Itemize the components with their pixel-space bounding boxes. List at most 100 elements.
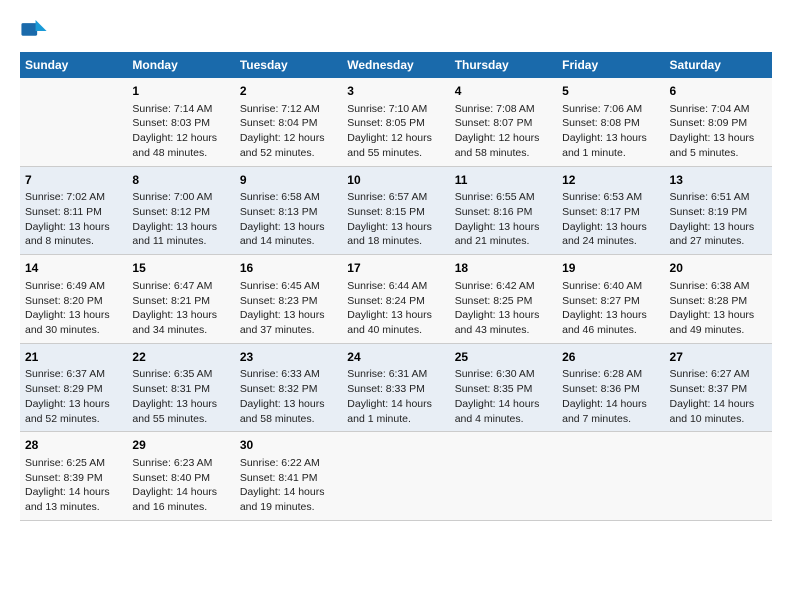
day-info: Sunrise: 6:38 AMSunset: 8:28 PMDaylight:… bbox=[670, 279, 767, 338]
day-number: 28 bbox=[25, 437, 122, 454]
calendar-cell: 15Sunrise: 6:47 AMSunset: 8:21 PMDayligh… bbox=[127, 255, 234, 344]
day-number: 30 bbox=[240, 437, 337, 454]
calendar-cell: 20Sunrise: 6:38 AMSunset: 8:28 PMDayligh… bbox=[665, 255, 772, 344]
day-number: 9 bbox=[240, 172, 337, 189]
calendar-cell: 5 Sunrise: 7:06 AMSunset: 8:08 PMDaylight… bbox=[557, 78, 664, 166]
day-number: 18 bbox=[455, 260, 552, 277]
calendar-week-row: 28 Sunrise: 6:25 AMSunset: 8:39 PMDayligh… bbox=[20, 432, 772, 521]
logo bbox=[20, 20, 52, 42]
calendar-cell: 30 Sunrise: 6:22 AMSunset: 8:41 PMDayligh… bbox=[235, 432, 342, 521]
day-number: 14 bbox=[25, 260, 122, 277]
day-info: Sunrise: 6:49 AMSunset: 8:20 PMDaylight:… bbox=[25, 279, 122, 338]
calendar-cell: 1 Sunrise: 7:14 AMSunset: 8:03 PMDaylight… bbox=[127, 78, 234, 166]
day-info: Sunrise: 6:51 AMSunset: 8:19 PMDaylight:… bbox=[670, 190, 767, 249]
calendar-table: Sunday Monday Tuesday Wednesday Thursday… bbox=[20, 52, 772, 521]
calendar-cell: 24Sunrise: 6:31 AMSunset: 8:33 PMDayligh… bbox=[342, 343, 449, 432]
calendar-cell: 28 Sunrise: 6:25 AMSunset: 8:39 PMDayligh… bbox=[20, 432, 127, 521]
day-info: Sunrise: 7:00 AMSunset: 8:12 PMDaylight:… bbox=[132, 190, 229, 249]
calendar-cell: 11Sunrise: 6:55 AMSunset: 8:16 PMDayligh… bbox=[450, 166, 557, 255]
day-number: 22 bbox=[132, 349, 229, 366]
day-number: 10 bbox=[347, 172, 444, 189]
col-friday: Friday bbox=[557, 52, 664, 78]
day-number: 17 bbox=[347, 260, 444, 277]
calendar-cell bbox=[450, 432, 557, 521]
calendar-cell: 10Sunrise: 6:57 AMSunset: 8:15 PMDayligh… bbox=[342, 166, 449, 255]
calendar-header-row: Sunday Monday Tuesday Wednesday Thursday… bbox=[20, 52, 772, 78]
calendar-week-row: 7Sunrise: 7:02 AMSunset: 8:11 PMDaylight… bbox=[20, 166, 772, 255]
day-number: 2 bbox=[240, 83, 337, 100]
calendar-cell: 17 Sunrise: 6:44 AMSunset: 8:24 PMDayligh… bbox=[342, 255, 449, 344]
day-number: 5 bbox=[562, 83, 659, 100]
day-info: Sunrise: 6:57 AMSunset: 8:15 PMDaylight:… bbox=[347, 190, 444, 249]
day-info: Sunrise: 7:06 AMSunset: 8:08 PMDaylight:… bbox=[562, 102, 659, 161]
col-sunday: Sunday bbox=[20, 52, 127, 78]
day-number: 4 bbox=[455, 83, 552, 100]
day-number: 16 bbox=[240, 260, 337, 277]
day-info: Sunrise: 6:30 AMSunset: 8:35 PMDaylight:… bbox=[455, 367, 552, 426]
logo-icon bbox=[20, 20, 48, 42]
calendar-cell bbox=[557, 432, 664, 521]
col-tuesday: Tuesday bbox=[235, 52, 342, 78]
day-info: Sunrise: 6:35 AMSunset: 8:31 PMDaylight:… bbox=[132, 367, 229, 426]
day-info: Sunrise: 7:02 AMSunset: 8:11 PMDaylight:… bbox=[25, 190, 122, 249]
day-info: Sunrise: 6:44 AMSunset: 8:24 PMDaylight:… bbox=[347, 279, 444, 338]
calendar-week-row: 1 Sunrise: 7:14 AMSunset: 8:03 PMDaylight… bbox=[20, 78, 772, 166]
day-info: Sunrise: 6:53 AMSunset: 8:17 PMDaylight:… bbox=[562, 190, 659, 249]
day-number: 13 bbox=[670, 172, 767, 189]
day-number: 3 bbox=[347, 83, 444, 100]
day-info: Sunrise: 6:31 AMSunset: 8:33 PMDaylight:… bbox=[347, 367, 444, 426]
day-info: Sunrise: 6:25 AMSunset: 8:39 PMDaylight:… bbox=[25, 456, 122, 515]
day-info: Sunrise: 7:04 AMSunset: 8:09 PMDaylight:… bbox=[670, 102, 767, 161]
day-info: Sunrise: 6:28 AMSunset: 8:36 PMDaylight:… bbox=[562, 367, 659, 426]
day-info: Sunrise: 7:10 AMSunset: 8:05 PMDaylight:… bbox=[347, 102, 444, 161]
calendar-cell: 25Sunrise: 6:30 AMSunset: 8:35 PMDayligh… bbox=[450, 343, 557, 432]
day-number: 6 bbox=[670, 83, 767, 100]
day-number: 26 bbox=[562, 349, 659, 366]
day-number: 23 bbox=[240, 349, 337, 366]
day-number: 7 bbox=[25, 172, 122, 189]
col-wednesday: Wednesday bbox=[342, 52, 449, 78]
calendar-cell: 9Sunrise: 6:58 AMSunset: 8:13 PMDaylight… bbox=[235, 166, 342, 255]
calendar-cell: 14 Sunrise: 6:49 AMSunset: 8:20 PMDayligh… bbox=[20, 255, 127, 344]
day-info: Sunrise: 7:08 AMSunset: 8:07 PMDaylight:… bbox=[455, 102, 552, 161]
day-info: Sunrise: 6:27 AMSunset: 8:37 PMDaylight:… bbox=[670, 367, 767, 426]
calendar-cell: 8Sunrise: 7:00 AMSunset: 8:12 PMDaylight… bbox=[127, 166, 234, 255]
calendar-cell bbox=[342, 432, 449, 521]
day-info: Sunrise: 6:40 AMSunset: 8:27 PMDaylight:… bbox=[562, 279, 659, 338]
calendar-cell: 3 Sunrise: 7:10 AMSunset: 8:05 PMDaylight… bbox=[342, 78, 449, 166]
day-info: Sunrise: 7:14 AMSunset: 8:03 PMDaylight:… bbox=[132, 102, 229, 161]
calendar-cell: 12Sunrise: 6:53 AMSunset: 8:17 PMDayligh… bbox=[557, 166, 664, 255]
calendar-cell: 29 Sunrise: 6:23 AMSunset: 8:40 PMDayligh… bbox=[127, 432, 234, 521]
calendar-week-row: 21Sunrise: 6:37 AMSunset: 8:29 PMDayligh… bbox=[20, 343, 772, 432]
calendar-week-row: 14 Sunrise: 6:49 AMSunset: 8:20 PMDayligh… bbox=[20, 255, 772, 344]
calendar-cell: 4 Sunrise: 7:08 AMSunset: 8:07 PMDaylight… bbox=[450, 78, 557, 166]
calendar-cell: 13Sunrise: 6:51 AMSunset: 8:19 PMDayligh… bbox=[665, 166, 772, 255]
calendar-cell: 18 Sunrise: 6:42 AMSunset: 8:25 PMDayligh… bbox=[450, 255, 557, 344]
calendar-cell: 2Sunrise: 7:12 AMSunset: 8:04 PMDaylight… bbox=[235, 78, 342, 166]
day-info: Sunrise: 6:22 AMSunset: 8:41 PMDaylight:… bbox=[240, 456, 337, 515]
day-info: Sunrise: 6:23 AMSunset: 8:40 PMDaylight:… bbox=[132, 456, 229, 515]
day-number: 15 bbox=[132, 260, 229, 277]
col-saturday: Saturday bbox=[665, 52, 772, 78]
calendar-cell: 16Sunrise: 6:45 AMSunset: 8:23 PMDayligh… bbox=[235, 255, 342, 344]
day-number: 12 bbox=[562, 172, 659, 189]
calendar-cell: 26Sunrise: 6:28 AMSunset: 8:36 PMDayligh… bbox=[557, 343, 664, 432]
day-info: Sunrise: 6:55 AMSunset: 8:16 PMDaylight:… bbox=[455, 190, 552, 249]
day-info: Sunrise: 6:42 AMSunset: 8:25 PMDaylight:… bbox=[455, 279, 552, 338]
day-number: 19 bbox=[562, 260, 659, 277]
calendar-cell: 21Sunrise: 6:37 AMSunset: 8:29 PMDayligh… bbox=[20, 343, 127, 432]
calendar-cell: 22Sunrise: 6:35 AMSunset: 8:31 PMDayligh… bbox=[127, 343, 234, 432]
calendar-cell: 27Sunrise: 6:27 AMSunset: 8:37 PMDayligh… bbox=[665, 343, 772, 432]
col-thursday: Thursday bbox=[450, 52, 557, 78]
calendar-cell: 7Sunrise: 7:02 AMSunset: 8:11 PMDaylight… bbox=[20, 166, 127, 255]
day-number: 11 bbox=[455, 172, 552, 189]
day-info: Sunrise: 6:33 AMSunset: 8:32 PMDaylight:… bbox=[240, 367, 337, 426]
calendar-cell: 19 Sunrise: 6:40 AMSunset: 8:27 PMDayligh… bbox=[557, 255, 664, 344]
day-number: 8 bbox=[132, 172, 229, 189]
day-number: 1 bbox=[132, 83, 229, 100]
day-number: 27 bbox=[670, 349, 767, 366]
page-header bbox=[20, 20, 772, 42]
day-number: 29 bbox=[132, 437, 229, 454]
calendar-cell bbox=[20, 78, 127, 166]
calendar-cell: 6 Sunrise: 7:04 AMSunset: 8:09 PMDaylight… bbox=[665, 78, 772, 166]
